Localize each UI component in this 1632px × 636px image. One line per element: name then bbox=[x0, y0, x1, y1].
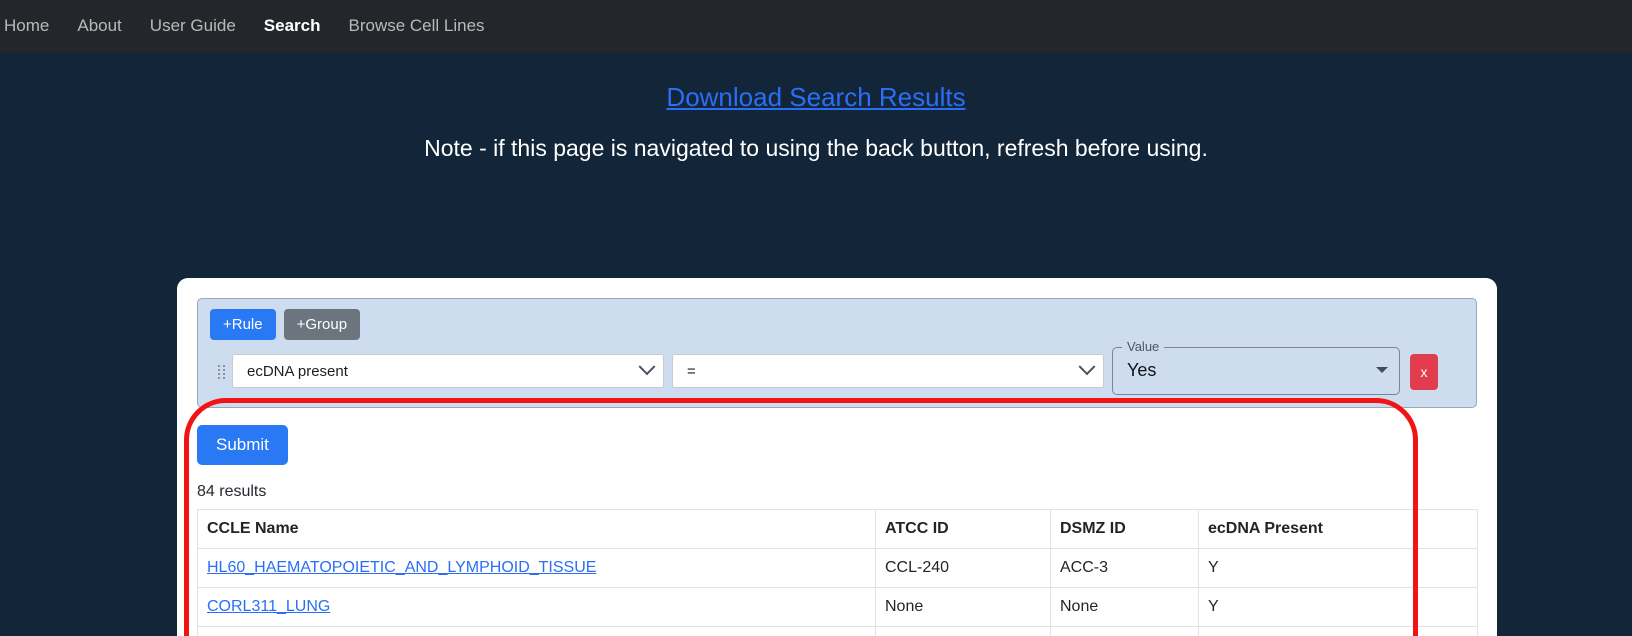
table-row: NCIH889_LUNG CRL-5817 None Y bbox=[197, 626, 1478, 636]
column-header-dsmz-id[interactable]: DSMZ ID bbox=[1050, 509, 1199, 549]
rule-operator-select-value: = bbox=[687, 362, 696, 380]
cell-dsmz-id: None bbox=[1050, 626, 1199, 636]
cell-dsmz-id: None bbox=[1050, 587, 1199, 627]
query-builder-panel: +Rule +Group ecDNA present = Value Yes x bbox=[197, 298, 1477, 408]
cell-ecdna-present: Y bbox=[1198, 626, 1478, 636]
rule-field-select[interactable]: ecDNA present bbox=[232, 354, 664, 388]
chevron-down-icon bbox=[638, 358, 656, 376]
chevron-down-icon bbox=[1078, 358, 1096, 376]
drag-handle-icon[interactable] bbox=[210, 354, 232, 390]
cell-dsmz-id: ACC-3 bbox=[1050, 548, 1199, 588]
dropdown-arrow-icon bbox=[1376, 367, 1388, 373]
results-count: 84 results bbox=[197, 483, 267, 500]
add-group-button[interactable]: +Group bbox=[283, 309, 361, 340]
column-header-atcc-id[interactable]: ATCC ID bbox=[875, 509, 1051, 549]
table-row: CORL311_LUNG None None Y bbox=[197, 587, 1478, 627]
value-select-label: Value bbox=[1122, 339, 1165, 355]
cell-atcc-id: None bbox=[875, 587, 1051, 627]
nav-item-browse-cell-lines[interactable]: Browse Cell Lines bbox=[334, 0, 498, 52]
cell-ccle-name: NCIH889_LUNG bbox=[197, 626, 876, 636]
query-rule-row: ecDNA present = Value Yes x bbox=[210, 339, 1464, 395]
column-header-ccle-name[interactable]: CCLE Name bbox=[197, 509, 876, 549]
cell-line-link[interactable]: HL60_HAEMATOPOIETIC_AND_LYMPHOID_TISSUE bbox=[207, 559, 596, 576]
nav-item-home[interactable]: Home bbox=[0, 0, 63, 52]
column-header-ecdna-present[interactable]: ecDNA Present bbox=[1198, 509, 1478, 549]
page-body: Download Search Results Note - if this p… bbox=[0, 82, 1632, 636]
rule-operator-select[interactable]: = bbox=[672, 354, 1104, 388]
submit-button[interactable]: Submit bbox=[197, 425, 288, 465]
delete-rule-button[interactable]: x bbox=[1410, 354, 1438, 390]
table-header-row: CCLE Name ATCC ID DSMZ ID ecDNA Present bbox=[197, 509, 1478, 549]
nav-item-about[interactable]: About bbox=[63, 0, 135, 52]
results-table: CCLE Name ATCC ID DSMZ ID ecDNA Present … bbox=[197, 509, 1478, 636]
query-builder-toolbar: +Rule +Group bbox=[210, 309, 1464, 340]
cell-ccle-name: CORL311_LUNG bbox=[197, 587, 876, 627]
cell-ecdna-present: Y bbox=[1198, 548, 1478, 588]
cell-ecdna-present: Y bbox=[1198, 587, 1478, 627]
download-search-results-link[interactable]: Download Search Results bbox=[0, 82, 1632, 113]
value-select-value: Yes bbox=[1127, 360, 1157, 380]
cell-atcc-id: CCL-240 bbox=[875, 548, 1051, 588]
page-note: Note - if this page is navigated to usin… bbox=[424, 135, 1208, 161]
search-card: +Rule +Group ecDNA present = Value Yes x… bbox=[177, 278, 1497, 636]
cell-ccle-name: HL60_HAEMATOPOIETIC_AND_LYMPHOID_TISSUE bbox=[197, 548, 876, 588]
nav-item-user-guide[interactable]: User Guide bbox=[136, 0, 250, 52]
table-row: HL60_HAEMATOPOIETIC_AND_LYMPHOID_TISSUE … bbox=[197, 548, 1478, 588]
add-rule-button[interactable]: +Rule bbox=[210, 309, 276, 340]
cell-line-link[interactable]: CORL311_LUNG bbox=[207, 598, 330, 615]
grip-dots-icon bbox=[217, 365, 225, 379]
cell-atcc-id: CRL-5817 bbox=[875, 626, 1051, 636]
nav-item-search[interactable]: Search bbox=[250, 0, 335, 52]
rule-field-select-value: ecDNA present bbox=[247, 362, 348, 380]
main-navbar: Home About User Guide Search Browse Cell… bbox=[0, 0, 1632, 52]
rule-value-select[interactable]: Value Yes bbox=[1112, 339, 1400, 395]
